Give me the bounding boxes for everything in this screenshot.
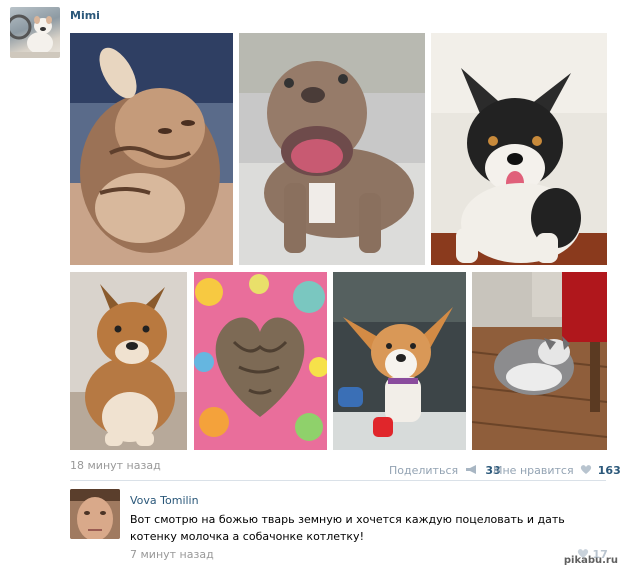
corgi-image xyxy=(431,33,607,265)
photo-heart-cats[interactable] xyxy=(194,272,327,450)
post-author-name[interactable]: Mimi xyxy=(70,9,100,22)
pikabu-watermark: pikabu.ru xyxy=(563,555,618,566)
heart-icon xyxy=(580,460,592,479)
corgi-toy-image xyxy=(333,272,466,450)
photo-pitbull-puppy[interactable] xyxy=(239,33,425,265)
photo-corgi-puppy[interactable] xyxy=(431,33,607,265)
heart-cats-image xyxy=(194,272,327,450)
like-label: Мне нравится xyxy=(493,464,574,477)
comments-divider xyxy=(70,480,606,481)
commenter-name[interactable]: Vova Tomilin xyxy=(130,494,199,507)
like-button[interactable]: Мне нравится 163 xyxy=(493,459,621,479)
comment-time[interactable]: 7 минут назад xyxy=(130,548,214,561)
post-time[interactable]: 18 минут назад xyxy=(70,459,161,472)
share-label: Поделиться xyxy=(389,464,459,477)
avatar-dog-image xyxy=(10,14,60,58)
photo-sleeping-kitten[interactable] xyxy=(70,33,233,265)
comment-text: Вот смотрю на божью тварь земную и хочет… xyxy=(130,513,565,543)
pitbull-image xyxy=(239,33,425,265)
commenter-face-image xyxy=(70,489,120,539)
photo-husky-puppy[interactable] xyxy=(472,272,607,450)
photo-corgi-red-toy[interactable] xyxy=(333,272,466,450)
husky-image xyxy=(472,272,607,450)
author-avatar[interactable] xyxy=(10,7,60,58)
photo-shiba-puppy[interactable] xyxy=(70,272,187,450)
share-button[interactable]: Поделиться 33 xyxy=(389,459,501,479)
like-count: 163 xyxy=(597,464,621,477)
shiba-image xyxy=(70,272,187,450)
megaphone-icon xyxy=(465,460,478,479)
commenter-avatar[interactable] xyxy=(70,489,120,539)
kitten-image xyxy=(70,33,233,265)
